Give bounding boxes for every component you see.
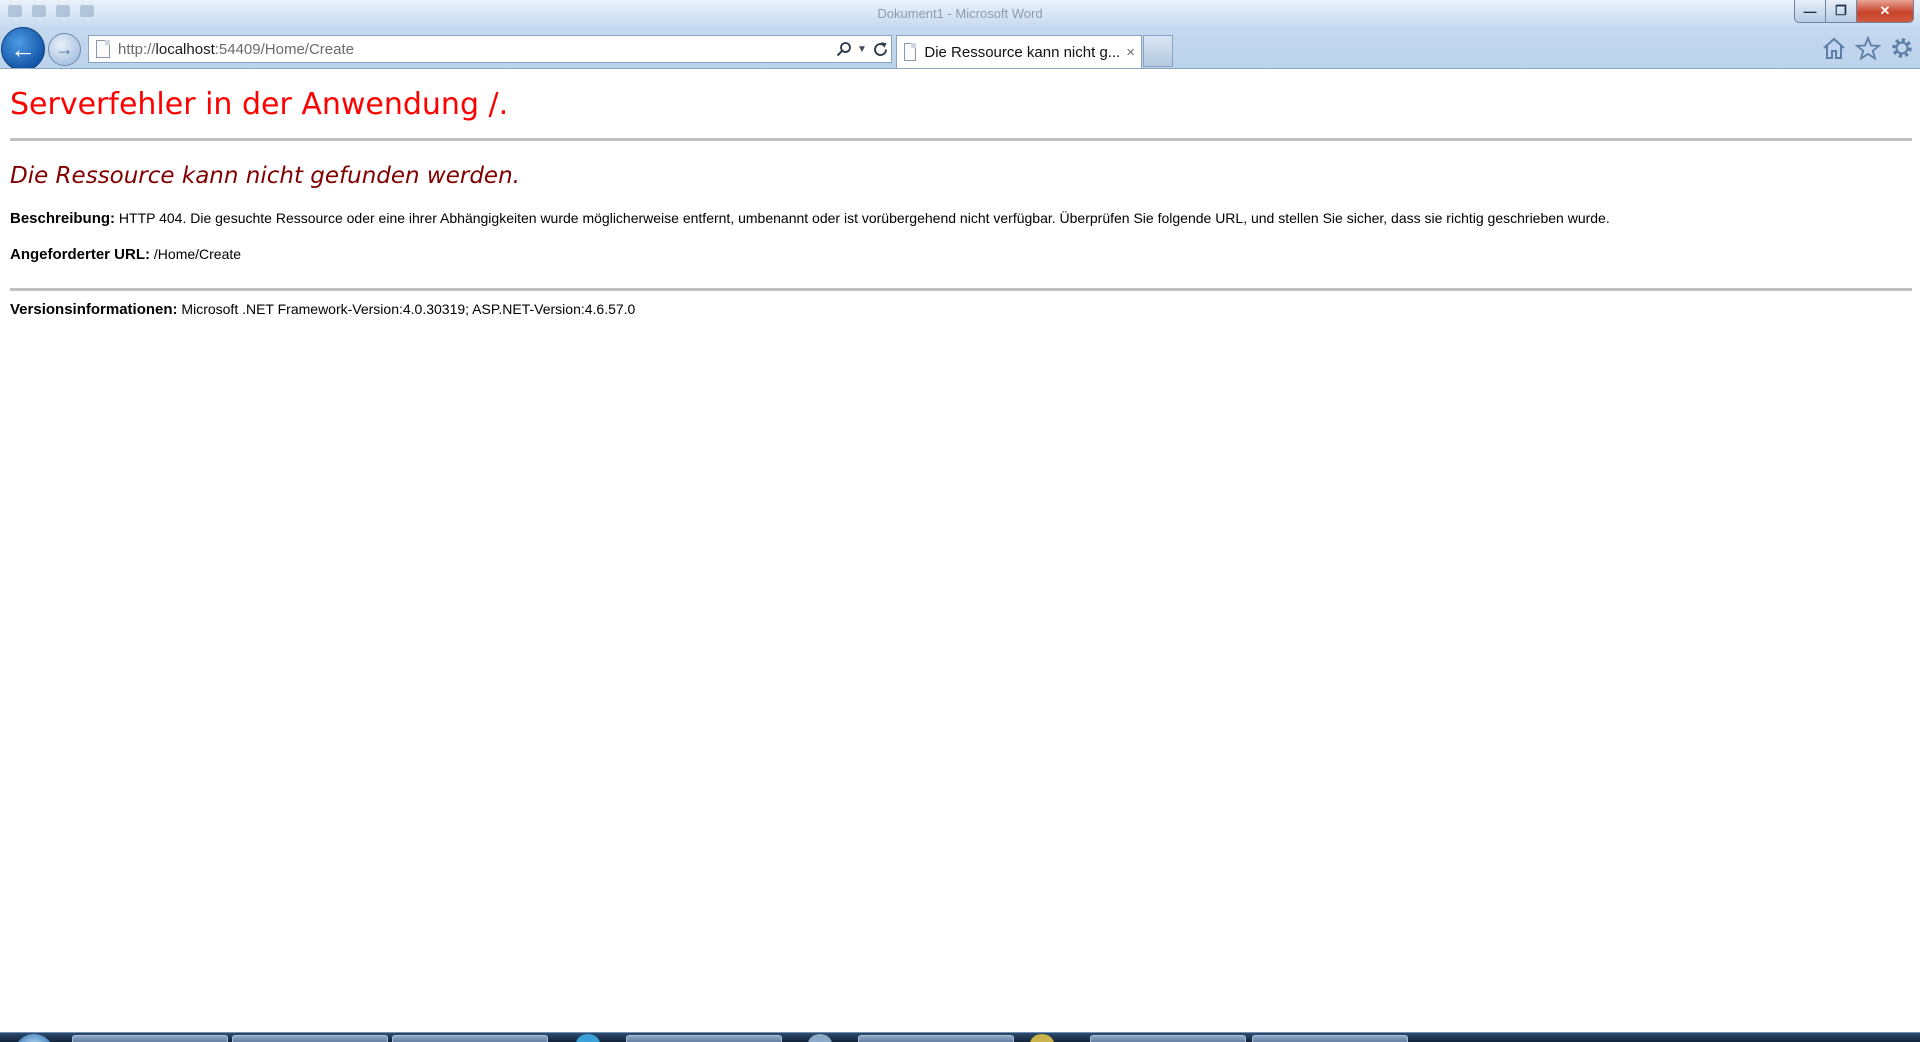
star-icon: [1855, 36, 1881, 60]
forward-arrow-icon: →: [55, 39, 74, 59]
window-controls: — ❐ ✕: [1794, 0, 1914, 23]
close-icon: ×: [1126, 43, 1136, 61]
error-subheading: Die Ressource kann nicht gefunden werden…: [10, 163, 520, 189]
tab-title: Die Ressource kann nicht g...: [924, 43, 1121, 61]
browser-chrome: Dokument1 - Microsoft Word — ❐ ✕ ← → htt…: [0, 0, 1920, 69]
url-path: :54409/Home/Create: [214, 40, 354, 58]
version-label: Versionsinformationen:: [10, 301, 178, 318]
gear-icon: [1892, 38, 1912, 58]
refresh-icon: [873, 41, 887, 56]
window-title: Dokument1 - Microsoft Word: [877, 6, 1043, 21]
minimize-icon: —: [1803, 3, 1817, 19]
favorites-button[interactable]: [1854, 34, 1882, 62]
description-text: HTTP 404. Die gesuchte Ressource oder ei…: [118, 210, 1610, 226]
close-window-button[interactable]: ✕: [1857, 0, 1914, 23]
back-arrow-icon: ←: [10, 33, 36, 64]
restore-icon: ❐: [1835, 3, 1847, 18]
description-label: Beschreibung:: [10, 210, 116, 227]
forward-button[interactable]: →: [48, 33, 81, 66]
new-tab-button[interactable]: [1143, 35, 1173, 67]
page-content: Serverfehler in der Anwendung /. Die Res…: [10, 68, 1912, 319]
tab-active[interactable]: Die Ressource kann nicht g... ×: [896, 35, 1142, 68]
requested-url-value: /Home/Create: [153, 246, 242, 262]
address-bar[interactable]: http://localhost:54409/Home/Create ▼: [88, 35, 892, 63]
search-button[interactable]: [833, 36, 855, 62]
back-button[interactable]: ←: [1, 27, 45, 68]
search-icon: [836, 42, 851, 57]
divider: [10, 138, 1912, 141]
version-value: Microsoft .NET Framework-Version:4.0.303…: [181, 301, 636, 317]
error-heading: Serverfehler in der Anwendung /.: [10, 87, 509, 122]
close-icon: ✕: [1879, 3, 1891, 18]
command-icons: [1820, 34, 1916, 62]
version-row: Versionsinformationen: Microsoft .NET Fr…: [10, 300, 1912, 319]
address-url[interactable]: http://localhost:54409/Home/Create: [118, 41, 833, 58]
home-button[interactable]: [1820, 34, 1848, 62]
description-row: Beschreibung: HTTP 404. Die gesuchte Res…: [10, 209, 1912, 228]
divider: [10, 288, 1912, 291]
chevron-down-icon: ▼: [857, 43, 867, 55]
maximize-button[interactable]: ❐: [1826, 0, 1857, 23]
url-protocol: http://: [118, 40, 156, 58]
home-icon: [1823, 37, 1845, 59]
address-dropdown-button[interactable]: ▼: [855, 36, 869, 62]
url-host: localhost: [155, 40, 215, 58]
page-icon: [96, 40, 110, 58]
requested-url-row: Angeforderter URL: /Home/Create: [10, 245, 1912, 264]
refresh-button[interactable]: [869, 36, 891, 62]
requested-url-label: Angeforderter URL:: [10, 246, 151, 263]
tab-close-button[interactable]: ×: [1120, 44, 1141, 61]
minimize-button[interactable]: —: [1794, 0, 1826, 23]
tools-button[interactable]: [1888, 34, 1916, 62]
tab-page-icon: [904, 43, 917, 61]
